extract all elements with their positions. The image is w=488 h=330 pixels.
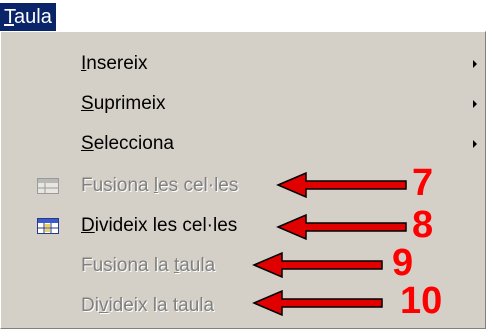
annotation-number-9: 9 — [392, 242, 414, 284]
menu-title-rest: aula — [14, 6, 52, 28]
annotation-arrow-9 — [252, 251, 383, 279]
menu-title-mnemonic: T — [4, 6, 14, 28]
menu-item-fusiona-cel-les[interactable]: Fusiona les cel·les — [3, 166, 483, 206]
annotation-arrow-7 — [276, 171, 407, 199]
annotation-arrow-8 — [276, 213, 407, 241]
annotation-number-8: 8 — [412, 204, 434, 246]
menu-item-suprimeix[interactable]: Suprimeix — [3, 84, 483, 124]
submenu-arrow-icon — [473, 60, 477, 68]
annotation-number-7: 7 — [412, 162, 434, 204]
submenu-arrow-icon — [473, 100, 477, 108]
menu-item-insereix-label: Insereix — [81, 53, 148, 74]
submenu-arrow-icon — [473, 140, 477, 148]
menu-item-fusiona-taula-label: Fusiona la taula — [81, 255, 216, 276]
menu-item-insereix[interactable]: Insereix — [3, 44, 483, 84]
menu-taula[interactable]: Taula — [0, 3, 56, 31]
menu-item-suprimeix-label: Suprimeix — [81, 93, 166, 114]
menu-item-selecciona[interactable]: Selecciona — [3, 124, 483, 164]
split-cells-icon — [37, 218, 59, 234]
annotation-number-10: 10 — [400, 280, 443, 322]
menu-item-selecciona-label: Selecciona — [81, 133, 174, 154]
menu-item-fusiona-cel-les-label: Fusiona les cel·les — [81, 175, 239, 196]
menu-item-divideix-taula-label: Divideix la taula — [81, 295, 215, 316]
merge-cells-icon — [37, 178, 59, 194]
menu-item-divideix-cel-les-label: Divideix les cel·les — [81, 215, 238, 236]
menu-item-divideix-cel-les[interactable]: Divideix les cel·les — [3, 206, 483, 246]
annotation-arrow-10 — [252, 289, 383, 317]
